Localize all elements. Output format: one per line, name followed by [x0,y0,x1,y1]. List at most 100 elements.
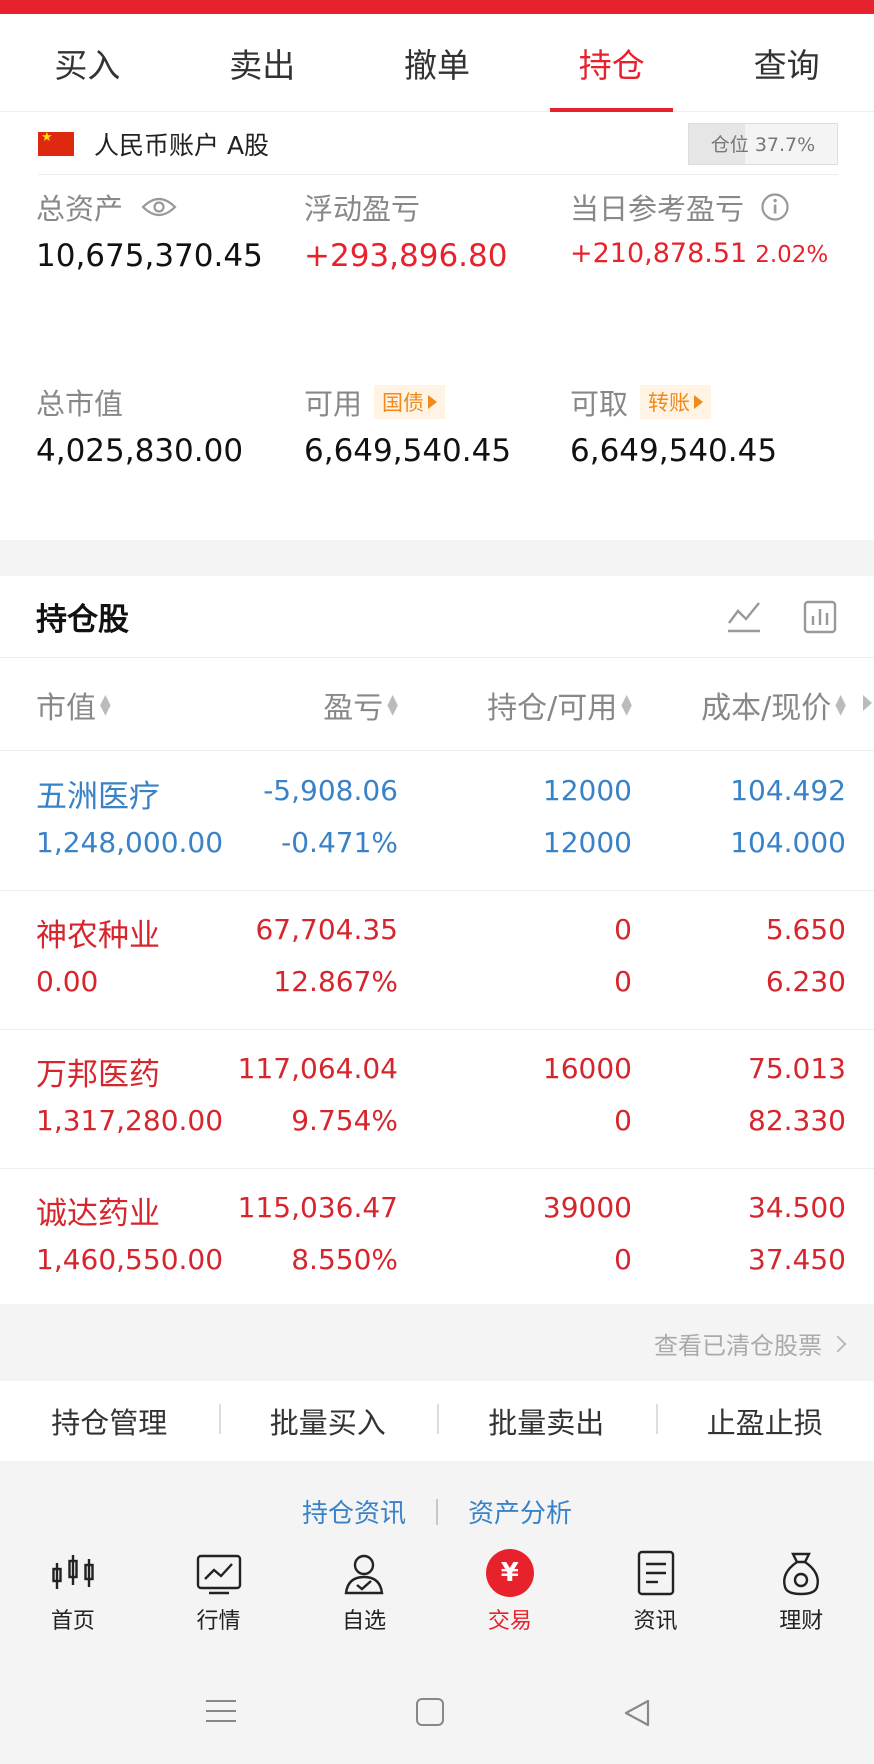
column-market-value[interactable]: 市值 ▲ ▼ [36,659,111,751]
nav-trade[interactable]: ¥ 交易 [437,1541,583,1651]
table-row[interactable]: 诚达药业 1,460,550.00 115,036.47 8.550% 39000 0 34… [0,1169,874,1308]
menu-icon[interactable] [206,1700,236,1730]
trade-tabs: 买入 卖出 撤单 持仓 查询 [0,14,874,112]
stock-name: 五洲医疗 [36,779,160,815]
treasury-bond-tag[interactable]: 国债 [374,385,446,419]
scroll-right-icon[interactable] [863,695,872,711]
position-ratio-bar: 仓位 37.7% [688,122,838,165]
nav-wealth[interactable]: 理财 [728,1541,874,1651]
back-triangle-icon[interactable] [622,1698,652,1728]
pl-pct-cell: 12.867% [273,965,398,998]
pl-cell: -5,908.06 [263,774,398,807]
daily-pl-value: +210,878.51 [570,238,748,269]
withdrawable-funds: 可取 转账 6,649,540.45 [570,381,840,469]
account-name[interactable]: 人民币账户 A股 [94,126,269,162]
table-row[interactable]: 万邦医药 1,317,280.00 117,064.04 9.754% 16000 0 75… [0,1030,874,1169]
daily-pl: 当日参考盈亏 +210,878.51 2.02% [570,186,860,269]
holding-news-link[interactable]: 持仓资讯 [302,1493,406,1530]
market-value: 总市值 4,025,830.00 [36,381,306,469]
cost-cell: 5.650 [765,913,846,946]
bar-chart-icon[interactable] [802,599,838,635]
column-cost-price[interactable]: 成本/现价 ▲ ▼ [701,659,846,751]
cost-cell: 104.492 [730,774,846,807]
holdings-actions: 持仓管理 批量买入 批量卖出 止盈止损 [0,1381,874,1461]
pl-cell: 67,704.35 [255,913,398,946]
available-cell: 0 [614,1104,632,1137]
section-divider [0,540,874,576]
withdrawable-label: 可取 [570,387,629,421]
tab-query[interactable]: 查询 [699,14,874,111]
price-cell: 6.230 [765,965,846,998]
tab-sell[interactable]: 卖出 [175,14,350,111]
status-bar-strip [0,0,874,14]
nav-home[interactable]: 首页 [0,1541,146,1651]
tab-holdings[interactable]: 持仓 [524,14,699,112]
system-nav-bar [0,1686,874,1746]
tab-cancel[interactable]: 撤单 [350,14,525,111]
line-chart-icon[interactable] [726,599,762,635]
sort-icon: ▲ ▼ [835,692,846,718]
chart-line-icon [196,1554,241,1595]
table-row[interactable]: 五洲医疗 1,248,000.00 -5,908.06 -0.471% 12000 120… [0,752,874,891]
transfer-tag[interactable]: 转账 [640,385,712,419]
sort-icon: ▲ ▼ [387,692,398,718]
chevron-right-icon [829,1335,847,1352]
account-bar: 人民币账户 A股 仓位 37.7% [38,113,838,175]
batch-buy-button[interactable]: 批量买入 [218,1400,438,1442]
available-value: 6,649,540.45 [304,433,512,469]
price-cell: 37.450 [748,1243,846,1276]
available-cell: 0 [614,965,632,998]
floating-pl-value: +293,896.80 [304,238,508,274]
holding-cell: 16000 [542,1052,632,1085]
pl-cell: 117,064.04 [237,1052,398,1085]
batch-sell-button[interactable]: 批量卖出 [437,1400,656,1442]
yuan-icon: ¥ [485,1549,534,1597]
tab-buy[interactable]: 买入 [0,14,175,111]
nav-news[interactable]: 资讯 [583,1541,729,1651]
document-icon [637,1550,674,1596]
market-value-cell: 1,460,550.00 [36,1243,224,1276]
stock-name: 万邦医药 [36,1057,160,1093]
stock-name: 神农种业 [36,918,160,954]
available-label: 可用 [304,387,363,421]
total-assets: 总资产 10,675,370.45 [36,186,306,274]
daily-pl-label: 当日参考盈亏 [570,192,745,226]
cleared-stocks-area: 查看已清仓股票 [0,1304,874,1381]
pl-pct-cell: 9.754% [291,1104,398,1137]
holding-cell: 39000 [542,1191,632,1224]
price-cell: 104.000 [730,826,846,859]
triangle-right-icon [428,395,438,409]
floating-pl: 浮动盈亏 +293,896.80 [304,186,574,274]
info-icon[interactable] [760,192,790,222]
home-square-icon[interactable] [416,1698,444,1726]
holdings-title: 持仓股 [36,602,129,638]
position-ratio-label: 仓位 37.7% [710,134,816,156]
candlestick-icon [52,1555,94,1589]
total-assets-value: 10,675,370.45 [36,238,263,274]
take-profit-stop-loss-button[interactable]: 止盈止损 [655,1400,874,1442]
position-management-button[interactable]: 持仓管理 [0,1400,219,1442]
nav-watchlist[interactable]: 自选 [291,1541,437,1651]
cleared-stocks-link[interactable]: 查看已清仓股票 [654,1326,847,1361]
market-value-cell: 0.00 [36,965,99,998]
floating-pl-label: 浮动盈亏 [304,192,421,226]
market-value-value: 4,025,830.00 [36,433,244,469]
available-funds: 可用 国债 6,649,540.45 [304,381,574,469]
link-separator [436,1498,438,1525]
eye-icon[interactable] [141,195,177,219]
column-holding-available[interactable]: 持仓/可用 ▲ ▼ [487,659,632,751]
china-flag-icon [38,130,74,156]
market-value-cell: 1,317,280.00 [36,1104,224,1137]
market-value-cell: 1,248,000.00 [36,826,224,859]
asset-analysis-link[interactable]: 资产分析 [468,1493,572,1530]
column-pl[interactable]: 盈亏 ▲ ▼ [323,659,398,751]
holding-cell: 0 [614,913,632,946]
stock-name: 诚达药业 [36,1196,160,1232]
holdings-column-header: 市值 ▲ ▼ 盈亏 ▲ ▼ 持仓/可用 ▲ ▼ 成本/现价 ▲ ▼ [0,659,874,751]
bottom-nav: 首页 行情 自选 ¥ 交易 资讯 理财 [0,1541,874,1651]
pl-pct-cell: -0.471% [281,826,398,859]
withdrawable-value: 6,649,540.45 [570,433,778,469]
table-row[interactable]: 神农种业 0.00 67,704.35 12.867% 0 0 5.650 6.230 [0,891,874,1030]
cost-cell: 75.013 [748,1052,846,1085]
nav-market[interactable]: 行情 [146,1541,292,1651]
